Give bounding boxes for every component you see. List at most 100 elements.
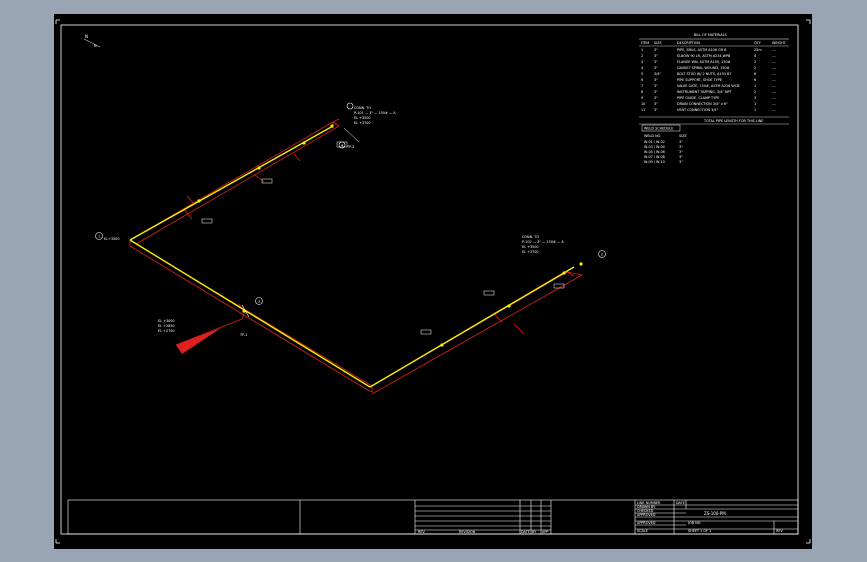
bom-cell: 1 <box>754 108 756 112</box>
weld-schedule: WELD SCHEDULE WELD NO. SIZE W-01 / W-02 3… <box>641 124 687 164</box>
svg-text:CONN. TO: CONN. TO <box>354 106 371 110</box>
bill-of-materials: BILL OF MATERIALS ITEM SIZE DESCRIPTION … <box>639 33 789 125</box>
bom-cell: --- <box>772 72 776 76</box>
bom-cell: --- <box>772 90 776 94</box>
svg-text:CONN. TO: CONN. TO <box>522 235 539 239</box>
bom-cell: 3" <box>654 78 658 82</box>
bom-cell: --- <box>772 48 776 52</box>
bom-cell: 9 <box>641 96 643 100</box>
bom-cell: --- <box>772 60 776 64</box>
bom-cell: 3" <box>654 96 658 100</box>
bom-cell: 4 <box>754 54 756 58</box>
marker-2: 2 <box>598 250 606 258</box>
bom-cell: 1 <box>641 48 643 52</box>
svg-text:DATE: DATE <box>521 530 530 534</box>
weld-cell: W-01 / W-02 <box>644 140 665 144</box>
svg-text:REV: REV <box>418 530 425 534</box>
bom-cell: 10 <box>641 102 645 106</box>
svg-text:EL +3700: EL +3700 <box>354 121 371 125</box>
bom-cell: 3/4" <box>654 72 661 76</box>
svg-text:ITEM: ITEM <box>641 41 649 45</box>
bom-cell: ELBOW 90 LR, ASTM A234 WPB <box>677 54 731 58</box>
svg-text:EL +2850: EL +2850 <box>158 324 175 328</box>
marker-1: 1 EL+3500 <box>95 232 120 241</box>
weld-rows: W-01 / W-02 3" W-03 / W-04 3" W-05 / W-06 3" W… <box>644 140 683 164</box>
bom-cell: FLANGE WN, ASTM A105, 150# <box>677 60 731 64</box>
bom-cell: 6 <box>754 78 756 82</box>
bom-cell: 5 <box>641 72 643 76</box>
bom-cell: --- <box>772 84 776 88</box>
svg-text:TP-1: TP-1 <box>239 333 247 337</box>
svg-text:TOTAL PIPE LENGTH FOR THIS LIN: TOTAL PIPE LENGTH FOR THIS LINE <box>703 119 763 123</box>
bom-cell: 3" <box>654 60 658 64</box>
bom-cell: DRAIN CONNECTION 3/4" x 6" <box>677 102 728 106</box>
marker-4: 4 TP-2 <box>338 141 354 149</box>
bom-cell: VENT CONNECTION 3/4" <box>677 108 719 112</box>
iso-construction-lines <box>129 118 584 395</box>
bom-cell: --- <box>772 96 776 100</box>
bom-cell: 1 <box>754 102 756 106</box>
bom-cell: 2 <box>641 54 643 58</box>
svg-text:EL +3500: EL +3500 <box>522 245 539 249</box>
svg-text:4: 4 <box>341 144 343 148</box>
weld-cell: W-03 / W-04 <box>644 145 665 149</box>
callout-left: EL +3000 EL +2850 EL +2700 <box>158 319 175 333</box>
svg-text:P-101 — 3" — 150# — A: P-101 — 3" — 150# — A <box>354 111 396 115</box>
svg-text:P-102 — 3" — 150# — A: P-102 — 3" — 150# — A <box>522 240 564 244</box>
svg-text:APPROVED: APPROVED <box>637 513 656 517</box>
callout-top: CONN. TO P-101 — 3" — 150# — A EL +3500 … <box>343 102 396 143</box>
bom-cell: GASKET SPIRAL WOUND, 150# <box>677 66 730 70</box>
svg-text:DATE: DATE <box>676 501 685 505</box>
bom-cell: 2 <box>754 66 756 70</box>
svg-text:REVISION: REVISION <box>459 530 476 534</box>
svg-text:QTY: QTY <box>754 41 762 45</box>
svg-text:1: 1 <box>98 235 100 239</box>
bom-cell: 3 <box>641 60 643 64</box>
svg-text:2: 2 <box>601 253 603 257</box>
bom-cell: 8 <box>641 90 643 94</box>
bom-cell: --- <box>772 54 776 58</box>
bom-cell: 7 <box>641 84 643 88</box>
svg-text:SCALE: SCALE <box>637 529 648 533</box>
svg-text:APPROVED: APPROVED <box>637 521 656 525</box>
bom-cell: 25m <box>754 48 762 52</box>
bom-cell: 6 <box>641 78 643 82</box>
bom-cell: 2 <box>754 90 756 94</box>
svg-text:BY: BY <box>532 530 537 534</box>
svg-text:3: 3 <box>258 300 260 304</box>
weld-cell: 3" <box>679 160 683 164</box>
bom-cell: --- <box>772 108 776 112</box>
bom-cell: 3" <box>654 48 658 52</box>
pipe-route <box>129 125 575 388</box>
bom-cell: 8 <box>754 72 756 76</box>
reducer-symbol <box>175 304 250 354</box>
svg-text:N: N <box>94 44 97 48</box>
bom-cell: PIPE, SMLS, ASTM A106 GR B <box>677 48 727 52</box>
svg-text:ZS-100-PM: ZS-100-PM <box>704 511 726 516</box>
isometric-drawing: N N CONN. TO P-101 — 3" — 150# — A EL +3… <box>55 19 811 544</box>
weld-cell: W-07 / W-08 <box>644 155 665 159</box>
bom-cell: PIPE GUIDE, CLAMP TYPE <box>677 96 719 100</box>
svg-text:WEIGHT: WEIGHT <box>772 41 787 45</box>
bom-cell: 3" <box>654 102 658 106</box>
svg-text:EL +3500: EL +3500 <box>354 116 371 120</box>
svg-text:EL+3500: EL+3500 <box>104 237 120 241</box>
bom-cell: --- <box>772 102 776 106</box>
bom-cell: --- <box>772 78 776 82</box>
bom-cell: 1 <box>754 84 756 88</box>
weld-cell: W-05 / W-06 <box>644 150 665 154</box>
svg-text:DESCRIPTION: DESCRIPTION <box>677 41 700 45</box>
bom-cell: 3" <box>654 54 658 58</box>
bom-cell: 3 <box>754 96 756 100</box>
svg-text:TP-2: TP-2 <box>346 145 354 149</box>
svg-text:REV: REV <box>776 529 783 533</box>
svg-text:SIZE: SIZE <box>654 41 662 45</box>
bom-cell: 11 <box>641 108 645 112</box>
bom-cell: 2 <box>754 60 756 64</box>
svg-text:N: N <box>85 34 88 39</box>
bom-cell: PIPE SUPPORT, SHOE TYPE <box>677 78 722 82</box>
svg-text:BILL OF MATERIALS: BILL OF MATERIALS <box>694 33 727 37</box>
bom-rows: 1 3" PIPE, SMLS, ASTM A106 GR B 25m --- 2 3" EL… <box>641 48 776 112</box>
svg-text:EL +2700: EL +2700 <box>158 329 175 333</box>
svg-text:WELD SCHEDULE: WELD SCHEDULE <box>644 127 673 131</box>
